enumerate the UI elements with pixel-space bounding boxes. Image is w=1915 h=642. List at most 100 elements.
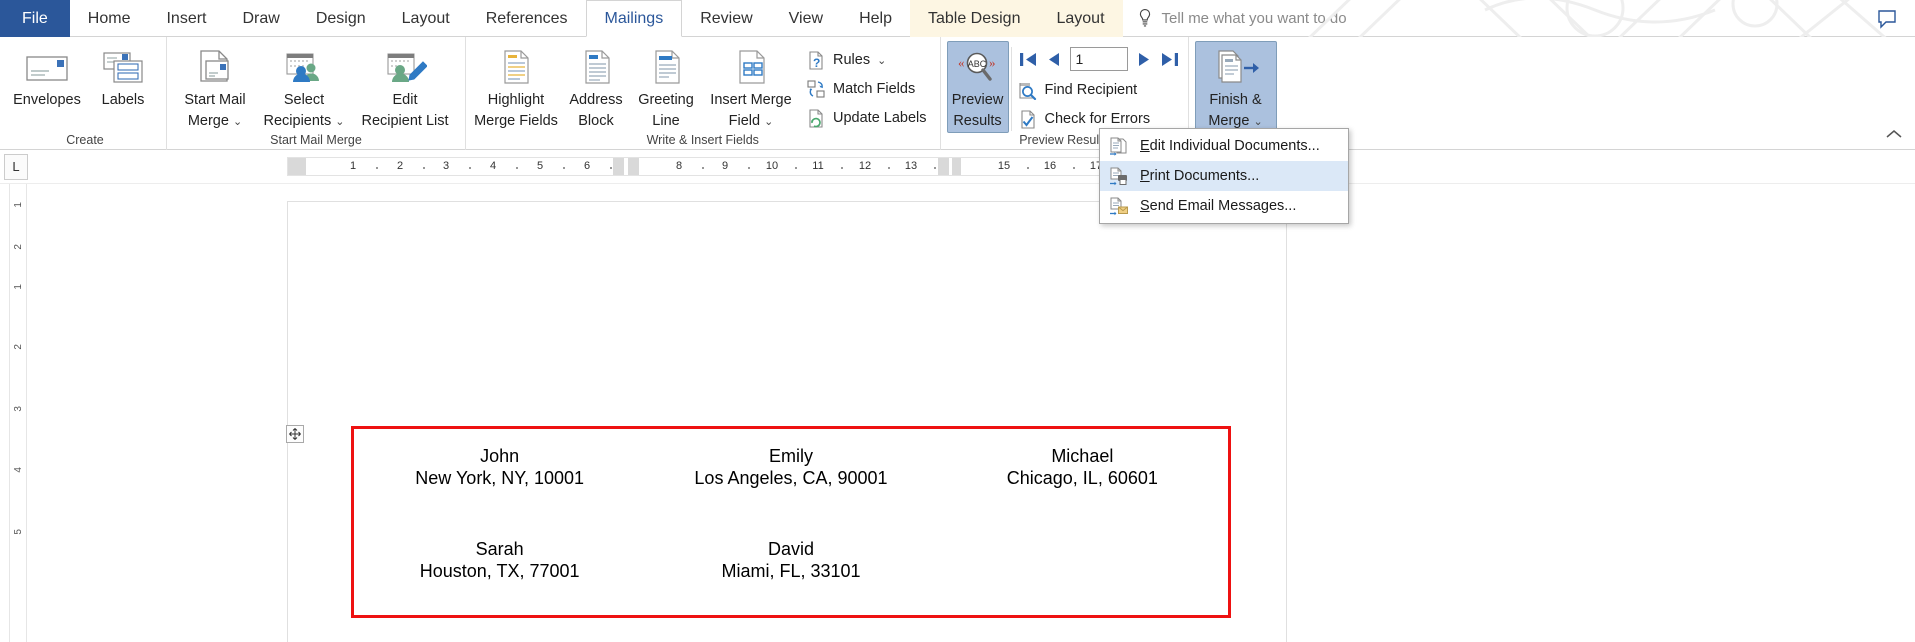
finish-merge-icon	[1212, 46, 1260, 90]
start-mail-merge-button[interactable]: Start Mail Merge ⌄	[173, 41, 257, 134]
tab-insert[interactable]: Insert	[148, 0, 224, 37]
tab-design[interactable]: Design	[298, 0, 384, 37]
vruler-num-1: 1	[13, 202, 24, 208]
table-cell[interactable]: John New York, NY, 10001	[354, 429, 645, 522]
check-for-errors-icon	[1018, 109, 1038, 129]
table-cell[interactable]: Michael Chicago, IL, 60601	[937, 429, 1228, 522]
greeting-line-button[interactable]: Greeting Line	[632, 41, 700, 133]
tab-table-layout[interactable]: Layout	[1038, 0, 1123, 37]
update-labels-button[interactable]: Update Labels	[802, 105, 934, 131]
tab-view[interactable]: View	[771, 0, 841, 37]
ruler-tick-dot	[795, 167, 797, 169]
menu-item-edit-individual-documents[interactable]: Edit Individual Documents...	[1100, 131, 1348, 161]
insert-merge-field-button[interactable]: Insert Merge Field ⌄	[702, 41, 800, 134]
next-record-button[interactable]	[1137, 51, 1151, 68]
insert-merge-field-label-2: Field ⌄	[728, 113, 774, 129]
rules-label: Rules	[833, 52, 871, 68]
ribbon-group-start-mail-merge: Start Mail Merge ⌄ Select Recipients ⌄ E…	[166, 37, 465, 150]
table-cell[interactable]: David Miami, FL, 33101	[645, 522, 936, 615]
ruler-tick-dot	[841, 167, 843, 169]
tell-me-search[interactable]: Tell me what you want to do	[1137, 0, 1347, 36]
edit-individual-documents-icon	[1108, 136, 1128, 156]
recipient-address: Houston, TX, 77001	[419, 561, 580, 581]
titlebar-decoration	[1295, 0, 1915, 37]
vertical-ruler[interactable]: 1 2 1 2 3 4 5	[9, 184, 27, 642]
table-cell[interactable]	[937, 522, 1228, 615]
ruler-tick-dot	[376, 167, 378, 169]
group-label-create: Create	[66, 133, 104, 147]
table-cell[interactable]: Sarah Houston, TX, 77001	[354, 522, 645, 615]
svg-text:«: «	[958, 55, 965, 70]
table-cell[interactable]: Emily Los Angeles, CA, 90001	[645, 429, 936, 522]
tab-stop-selector[interactable]: L	[4, 153, 28, 180]
recipient-name: John	[480, 446, 520, 466]
start-mail-merge-icon	[193, 46, 237, 90]
chevron-down-icon: ⌄	[335, 116, 345, 128]
ruler-col-gap-1	[613, 158, 624, 175]
vruler-num-6: 4	[13, 467, 24, 473]
send-email-messages-icon	[1108, 196, 1128, 216]
tab-layout[interactable]: Layout	[384, 0, 468, 37]
tell-me-placeholder: Tell me what you want to do	[1161, 9, 1347, 27]
ruler-tick-dot	[702, 167, 704, 169]
ruler-tick-label: 2	[396, 160, 404, 172]
preview-results-label-1: Preview	[951, 92, 1004, 108]
find-recipient-button[interactable]: Find Recipient	[1014, 77, 1182, 103]
table-move-handle[interactable]	[286, 425, 304, 443]
recipient-name: Emily	[768, 446, 813, 466]
tab-draw[interactable]: Draw	[224, 0, 297, 37]
rules-button[interactable]: ? Rules ⌄	[802, 47, 934, 73]
ruler-tick-dot	[748, 167, 750, 169]
labels-button[interactable]: Labels	[86, 41, 160, 112]
merge-results-table[interactable]: John New York, NY, 10001 Emily Los Angel…	[351, 426, 1231, 618]
find-recipient-label: Find Recipient	[1044, 82, 1138, 98]
tab-references[interactable]: References	[468, 0, 586, 37]
record-number-input[interactable]	[1069, 47, 1128, 71]
previous-record-button[interactable]	[1047, 51, 1061, 68]
vruler-num-3: 1	[13, 284, 24, 290]
first-record-button[interactable]	[1018, 51, 1038, 68]
insert-merge-field-icon	[731, 46, 771, 90]
collapse-ribbon-icon[interactable]	[1885, 126, 1903, 142]
select-recipients-label-1: Select	[283, 92, 325, 108]
ruler-tick-label: 10	[765, 160, 779, 172]
vruler-num-4: 2	[13, 344, 24, 350]
update-labels-icon	[806, 108, 826, 128]
ruler-tick-label: 11	[812, 160, 824, 172]
ruler-tick-label: 3	[442, 160, 450, 172]
tab-file[interactable]: File	[0, 0, 70, 37]
rules-icon: ?	[806, 50, 826, 70]
insert-merge-field-label-1: Insert Merge	[710, 92, 792, 108]
chevron-down-icon: ⌄	[232, 116, 243, 128]
recipient-address: Los Angeles, CA, 90001	[694, 468, 888, 488]
preview-results-toggle[interactable]: « » ABC Preview Results	[946, 41, 1009, 133]
tab-help[interactable]: Help	[841, 0, 910, 37]
ruler-col-gap-2	[628, 158, 639, 175]
label-rest: end Email Messages...	[1149, 198, 1297, 214]
menu-item-send-email-messages[interactable]: Send Email Messages...	[1100, 191, 1348, 221]
comment-icon[interactable]	[1877, 9, 1897, 29]
recipient-address: New York, NY, 10001	[415, 468, 585, 488]
menu-item-print-documents[interactable]: Print Documents...	[1100, 161, 1348, 191]
greeting-line-label-2: Line	[652, 113, 680, 129]
check-for-errors-label: Check for Errors	[1044, 111, 1151, 127]
match-fields-button[interactable]: Match Fields	[802, 76, 934, 102]
menu-item-label: Edit Individual Documents...	[1140, 138, 1320, 154]
select-recipients-label-2: Recipients ⌄	[263, 113, 345, 129]
envelopes-button[interactable]: Envelopes	[10, 41, 84, 112]
address-block-label-2: Block	[578, 113, 614, 129]
document-canvas: 1 2 1 2 3 4 5 John New York, NY, 10001 E…	[0, 184, 1915, 642]
select-recipients-icon	[282, 46, 326, 90]
ruler-tick-label: 4	[489, 160, 497, 172]
select-recipients-button[interactable]: Select Recipients ⌄	[259, 41, 349, 134]
highlight-merge-fields-button[interactable]: Highlight Merge Fields	[472, 41, 560, 133]
chevron-down-icon: ⌄	[877, 54, 887, 67]
tab-table-design[interactable]: Table Design	[909, 0, 1039, 37]
tab-review[interactable]: Review	[682, 0, 770, 37]
last-record-button[interactable]	[1160, 51, 1180, 68]
address-block-button[interactable]: Address Block	[562, 41, 630, 133]
tab-home[interactable]: Home	[70, 0, 149, 37]
tab-mailings[interactable]: Mailings	[585, 0, 683, 37]
edit-recipient-list-button[interactable]: Edit Recipient List	[351, 41, 459, 133]
finish-and-merge-button[interactable]: Finish & Merge ⌄	[1194, 41, 1277, 134]
